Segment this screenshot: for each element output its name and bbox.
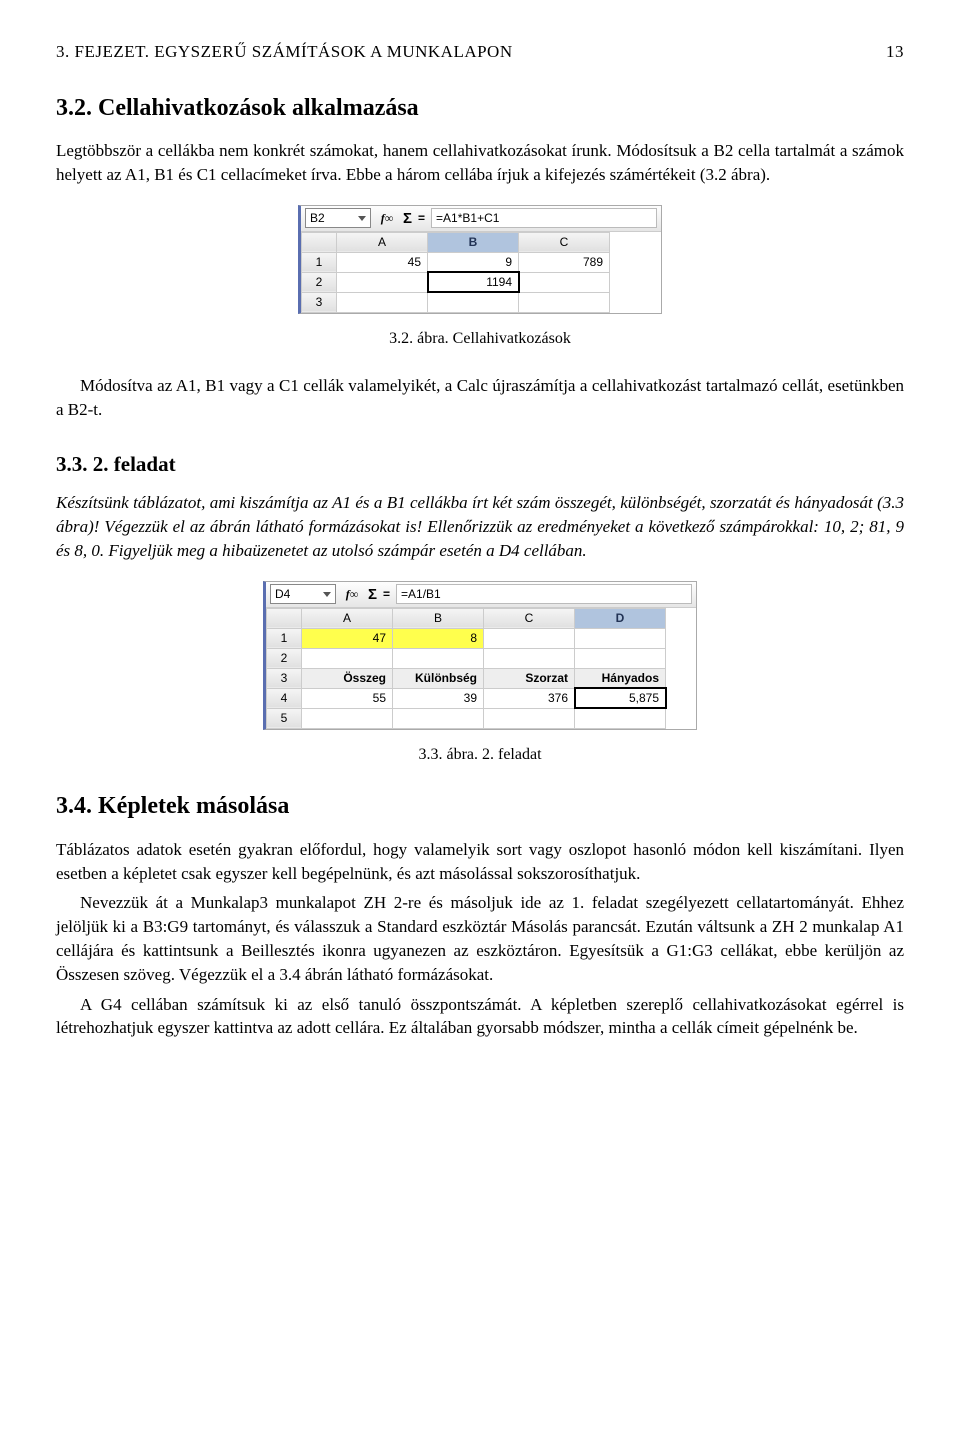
table-row: 2 1194 [302, 272, 610, 292]
cell-A5[interactable] [302, 708, 393, 728]
section-3-3-paragraph: Készítsünk táblázatot, ami kiszámítja az… [56, 491, 904, 562]
section-3-4-title: 3.4. Képletek másolása [56, 790, 904, 824]
table-row: 2 [267, 648, 666, 668]
row-3[interactable]: 3 [267, 668, 302, 688]
spreadsheet-fig2: D4 f∞ Σ = =A1/B1 A B C D 1 47 8 [263, 581, 697, 730]
formula-text: =A1*B1+C1 [436, 210, 499, 227]
cell-D1[interactable] [575, 628, 666, 648]
cell-D3[interactable]: Hányados [575, 668, 666, 688]
header-left: 3. FEJEZET. EGYSZERŰ SZÁMÍTÁSOK A MUNKAL… [56, 40, 513, 64]
col-D[interactable]: D [575, 608, 666, 628]
corner-cell[interactable] [302, 232, 337, 252]
cell-A2[interactable] [302, 648, 393, 668]
section-3-2-paragraph: Legtöbbször a cellákba nem konkrét számo… [56, 139, 904, 187]
formula-bar: B2 f∞ Σ = =A1*B1+C1 [301, 206, 661, 232]
grid-fig2: A B C D 1 47 8 2 3 Összeg [266, 608, 666, 729]
col-B[interactable]: B [428, 232, 519, 252]
section-3-4-p2: Nevezzük át a Munkalap3 munkalapot ZH 2-… [56, 891, 904, 986]
row-2[interactable]: 2 [267, 648, 302, 668]
corner-cell[interactable] [267, 608, 302, 628]
cell-B1[interactable]: 8 [393, 628, 484, 648]
section-3-2-title: 3.2. Cellahivatkozások alkalmazása [56, 92, 904, 126]
table-row: 1 45 9 789 [302, 252, 610, 272]
cell-B2[interactable] [393, 648, 484, 668]
row-4[interactable]: 4 [267, 688, 302, 708]
formula-bar: D4 f∞ Σ = =A1/B1 [266, 582, 696, 608]
cell-D4[interactable]: 5,875 [575, 688, 666, 708]
cell-C1[interactable] [484, 628, 575, 648]
formula-input[interactable]: =A1*B1+C1 [431, 208, 657, 228]
cell-A3[interactable] [337, 292, 428, 312]
table-row: 5 [267, 708, 666, 728]
page-header: 3. FEJEZET. EGYSZERŰ SZÁMÍTÁSOK A MUNKAL… [56, 40, 904, 64]
col-C[interactable]: C [519, 232, 610, 252]
name-box[interactable]: B2 [305, 208, 371, 228]
row-5[interactable]: 5 [267, 708, 302, 728]
page-number: 13 [886, 40, 904, 64]
cell-C3[interactable] [519, 292, 610, 312]
cell-B5[interactable] [393, 708, 484, 728]
fx-icon[interactable]: f∞ [342, 585, 362, 603]
row-3[interactable]: 3 [302, 292, 337, 312]
cell-A4[interactable]: 55 [302, 688, 393, 708]
cell-C1[interactable]: 789 [519, 252, 610, 272]
cell-C5[interactable] [484, 708, 575, 728]
section-3-4-p3: A G4 cellában számítsuk ki az első tanul… [56, 993, 904, 1041]
figure-3-3: D4 f∞ Σ = =A1/B1 A B C D 1 47 8 [56, 581, 904, 730]
chevron-down-icon [323, 592, 331, 597]
equals-icon[interactable]: = [383, 586, 390, 603]
cell-B1[interactable]: 9 [428, 252, 519, 272]
formula-text: =A1/B1 [401, 586, 441, 603]
cell-B3[interactable]: Különbség [393, 668, 484, 688]
figure-3-2: B2 f∞ Σ = =A1*B1+C1 A B C 1 45 9 789 [56, 205, 904, 314]
row-2[interactable]: 2 [302, 272, 337, 292]
cell-C2[interactable] [519, 272, 610, 292]
cell-B2[interactable]: 1194 [428, 272, 519, 292]
cell-D5[interactable] [575, 708, 666, 728]
spreadsheet-fig1: B2 f∞ Σ = =A1*B1+C1 A B C 1 45 9 789 [298, 205, 662, 314]
sigma-icon[interactable]: Σ [368, 584, 377, 605]
row-1[interactable]: 1 [267, 628, 302, 648]
cell-C3[interactable]: Szorzat [484, 668, 575, 688]
section-3-4-p1: Táblázatos adatok esetén gyakran előford… [56, 838, 904, 886]
cell-A3[interactable]: Összeg [302, 668, 393, 688]
table-row: 3 [302, 292, 610, 312]
col-C[interactable]: C [484, 608, 575, 628]
name-box[interactable]: D4 [270, 584, 336, 604]
fx-icon[interactable]: f∞ [377, 209, 397, 227]
cell-A1[interactable]: 45 [337, 252, 428, 272]
cell-A2[interactable] [337, 272, 428, 292]
cell-D2[interactable] [575, 648, 666, 668]
figure-3-2-caption: 3.2. ábra. Cellahivatkozások [56, 328, 904, 350]
figure-3-3-caption: 3.3. ábra. 2. feladat [56, 744, 904, 766]
cell-C2[interactable] [484, 648, 575, 668]
cell-B3[interactable] [428, 292, 519, 312]
sigma-icon[interactable]: Σ [403, 208, 412, 229]
table-row: 4 55 39 376 5,875 [267, 688, 666, 708]
col-A[interactable]: A [337, 232, 428, 252]
col-A[interactable]: A [302, 608, 393, 628]
row-1[interactable]: 1 [302, 252, 337, 272]
name-box-value: D4 [275, 586, 290, 603]
formula-input[interactable]: =A1/B1 [396, 584, 692, 604]
paragraph-after-fig1: Módosítva az A1, B1 vagy a C1 cellák val… [56, 374, 904, 422]
col-B[interactable]: B [393, 608, 484, 628]
cell-C4[interactable]: 376 [484, 688, 575, 708]
grid-fig1: A B C 1 45 9 789 2 1194 3 [301, 232, 610, 313]
chevron-down-icon [358, 216, 366, 221]
table-row: 1 47 8 [267, 628, 666, 648]
cell-A1[interactable]: 47 [302, 628, 393, 648]
table-row: 3 Összeg Különbség Szorzat Hányados [267, 668, 666, 688]
cell-B4[interactable]: 39 [393, 688, 484, 708]
section-3-3-title: 3.3. 2. feladat [56, 450, 904, 479]
name-box-value: B2 [310, 210, 325, 227]
equals-icon[interactable]: = [418, 210, 425, 227]
